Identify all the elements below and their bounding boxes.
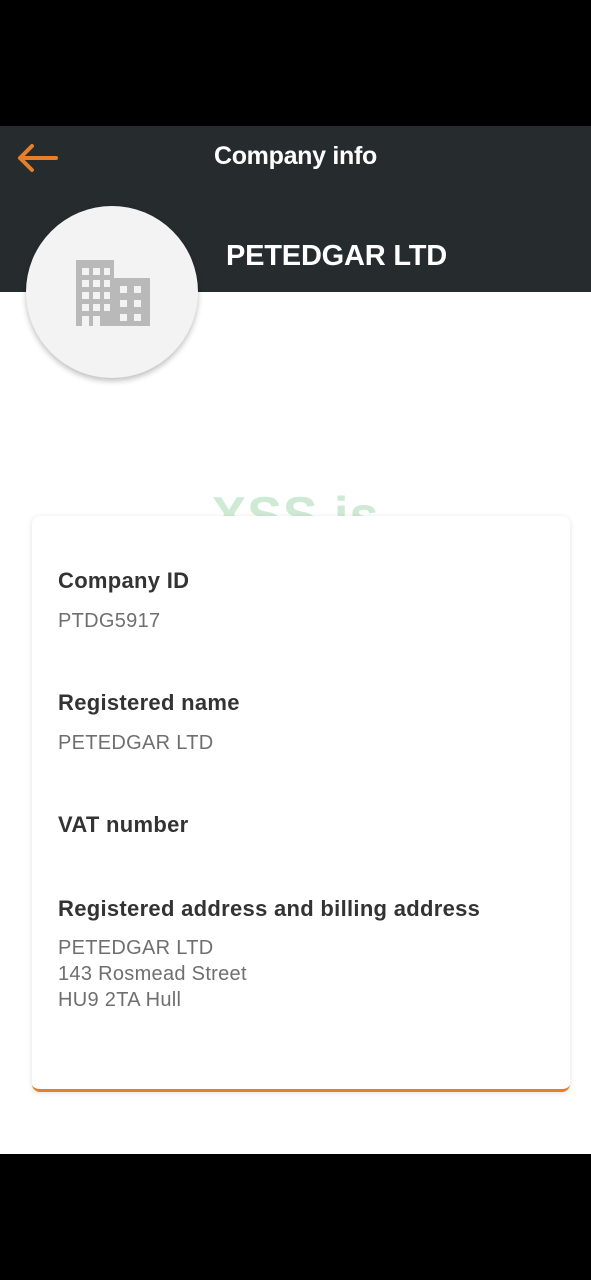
company-name-heading: PETEDGAR LTD [226,240,448,272]
company-id-value: PTDG5917 [58,610,161,632]
company-avatar[interactable] [26,206,198,378]
registered-name-value: PETEDGAR LTD [58,732,214,754]
address-line-3: HU9 2TA Hull [58,989,182,1011]
registered-name-label: Registered name [58,690,240,715]
company-info-screen: Company info PETEDGAR LTD XSS.is Company… [0,126,591,1154]
vat-number-label: VAT number [58,812,189,837]
building-icon [76,260,150,326]
address-label: Registered address and billing address [58,896,481,921]
company-id-label: Company ID [58,568,190,593]
company-details-card: Company ID PTDG5917 Registered name PETE… [32,516,570,1092]
address-line-2: 143 Rosmead Street [58,963,247,985]
address-line-1: PETEDGAR LTD [58,937,214,959]
page-title: Company info [213,142,378,170]
